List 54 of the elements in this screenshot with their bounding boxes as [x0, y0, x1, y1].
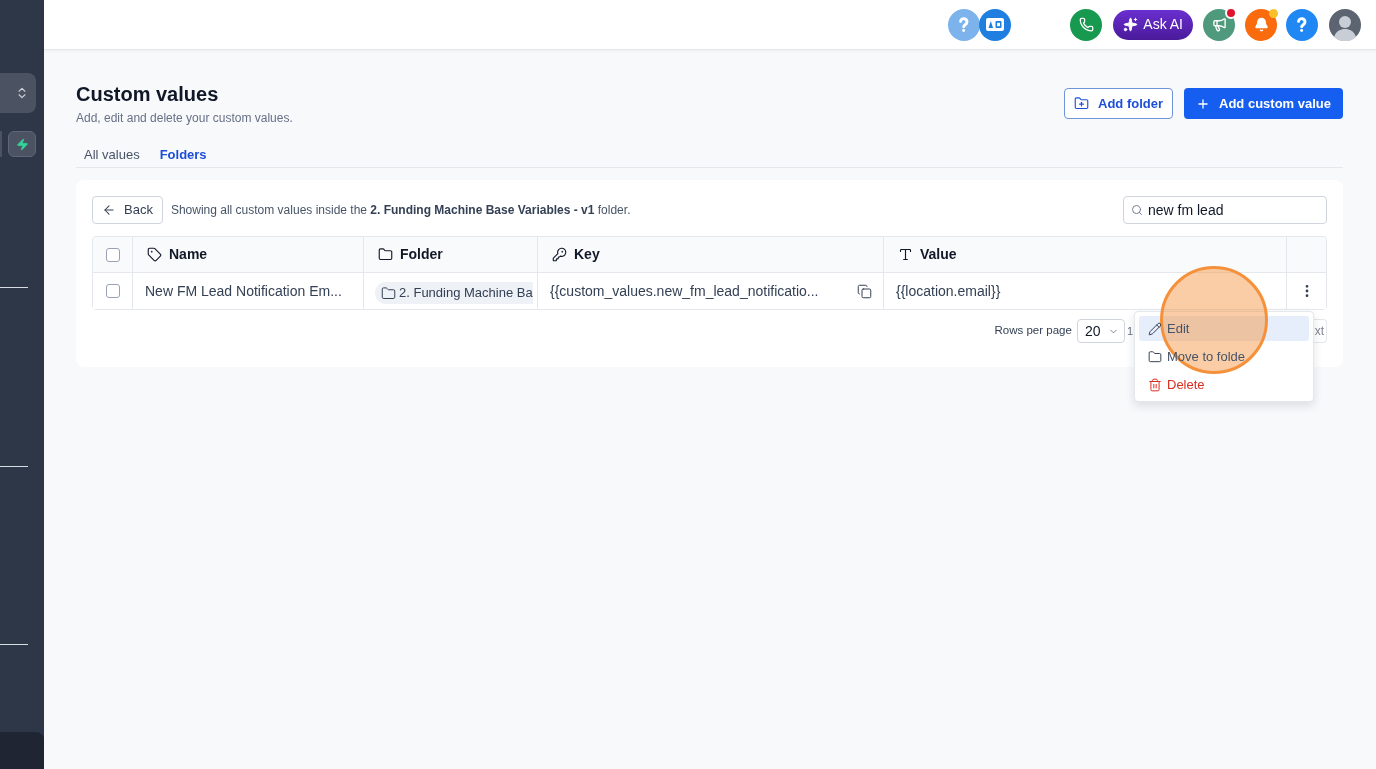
bell-icon — [1253, 17, 1269, 32]
text-type-icon — [898, 247, 913, 262]
key-cell-text: {{custom_values.new_fm_lead_notificatio... — [550, 281, 819, 301]
sparkles-icon — [1123, 17, 1139, 32]
folder-plus-icon — [1074, 96, 1090, 111]
column-title: Value — [920, 245, 957, 264]
folder-icon — [381, 285, 396, 301]
name-cell-text: New FM Lead Notification Em... — [145, 281, 342, 301]
page-title: Custom values — [76, 82, 220, 106]
plus-icon — [1196, 96, 1211, 111]
page-subtitle: Add, edit and delete your custom values. — [76, 110, 293, 127]
select-all-checkbox[interactable] — [105, 247, 120, 262]
column-title: Key — [574, 245, 600, 264]
back-button[interactable]: Back — [92, 196, 163, 224]
row-checkbox[interactable] — [105, 284, 120, 298]
copy-icon[interactable] — [857, 283, 872, 299]
location-switcher[interactable] — [0, 73, 36, 113]
question-icon — [959, 17, 970, 32]
sidebar-button[interactable] — [8, 131, 36, 157]
lightning-icon — [15, 137, 29, 151]
add-folder-button[interactable]: Add folder — [1064, 88, 1174, 119]
language-button[interactable] — [979, 8, 1012, 41]
column-title: Folder — [400, 245, 443, 264]
folder-chip[interactable]: 2. Funding Machine Ba — [375, 282, 533, 304]
folder-icon — [1148, 349, 1162, 364]
column-title: Name — [169, 245, 208, 264]
tag-icon — [147, 247, 162, 262]
folder-description: Showing all custom values inside the 2. Funding Machine Base Variables - v1 folder. — [170, 202, 631, 219]
sidebar-footer-panel — [0, 732, 44, 769]
ask-ai-button[interactable]: Ask AI — [1113, 9, 1193, 40]
notifications-button[interactable] — [1245, 8, 1277, 41]
value-cell-text: {{location.email}} — [896, 281, 1001, 301]
tab[interactable]: Folders — [151, 145, 215, 167]
menu-item[interactable]: Edit — [1139, 316, 1309, 341]
card-icon — [986, 18, 1005, 31]
rows-per-page-label: Rows per page — [994, 323, 1072, 339]
megaphone-icon — [1211, 17, 1227, 32]
tab[interactable]: All values — [76, 145, 148, 167]
pencil-icon — [1148, 321, 1162, 336]
help-button[interactable] — [948, 8, 981, 41]
question-icon — [1297, 17, 1307, 32]
page-info: 1 — [1126, 323, 1133, 339]
help-button[interactable] — [1286, 8, 1318, 41]
rows-per-page-select[interactable]: 20 — [1076, 319, 1125, 343]
user-avatar[interactable] — [1329, 8, 1361, 41]
search-icon — [1131, 204, 1143, 216]
folder-icon — [378, 247, 393, 262]
add-custom-value-button[interactable]: Add custom value — [1184, 88, 1343, 119]
phone-icon — [1078, 17, 1094, 32]
announcements-button[interactable] — [1203, 8, 1235, 41]
phone-button[interactable] — [1070, 8, 1103, 41]
key-icon — [552, 247, 567, 262]
trash-icon — [1148, 377, 1162, 392]
search-field[interactable]: new fm lead — [1123, 196, 1327, 224]
